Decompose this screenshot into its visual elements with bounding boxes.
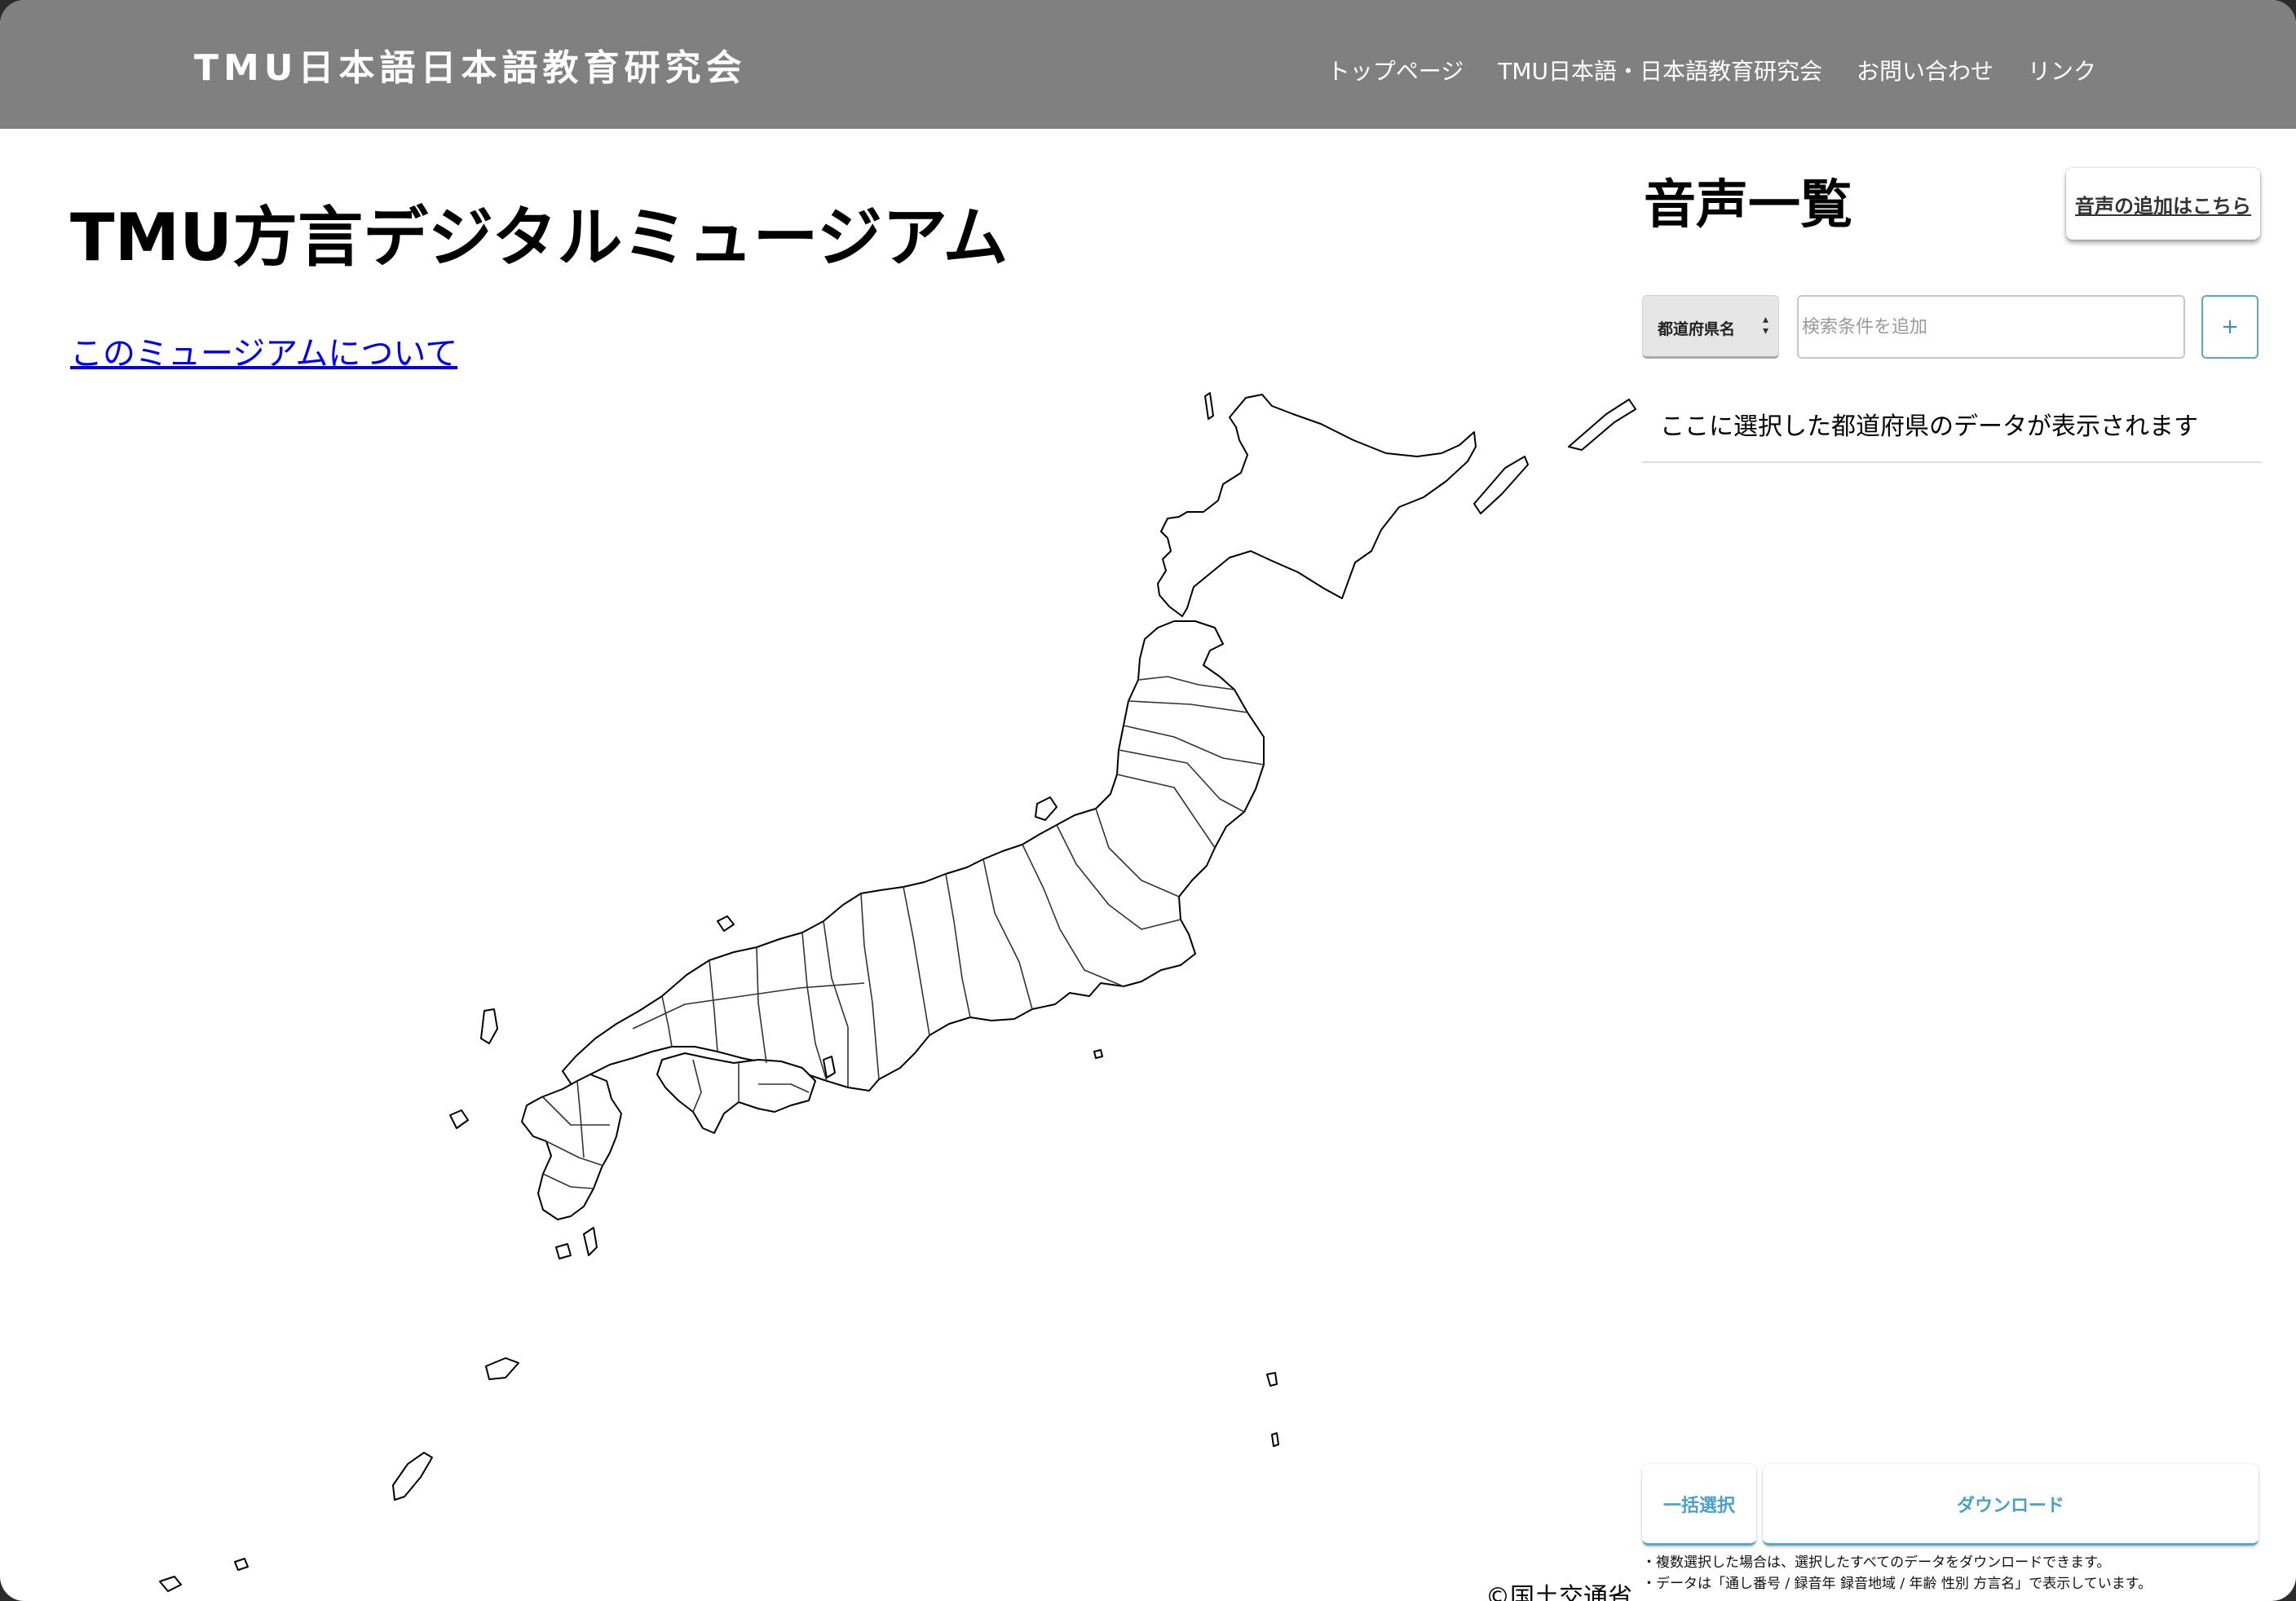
- map-island-hachijo: [1093, 1049, 1103, 1059]
- map-credit: ©国土交通省: [1486, 1583, 1632, 1601]
- map-island-oki: [717, 915, 735, 932]
- select-all-button[interactable]: 一括選択: [1642, 1464, 1756, 1546]
- note-line-1: ・複数選択した場合は、選択したすべてのデータをダウンロードできます。: [1642, 1555, 2111, 1571]
- map-island-amami: [485, 1357, 519, 1380]
- nav-link-top-page[interactable]: トップページ: [1327, 57, 1464, 86]
- map-island-kuril-2: [1568, 399, 1636, 451]
- search-condition-input[interactable]: [1797, 295, 2185, 359]
- prefecture-filter-select[interactable]: 都道府県名 ▴ ▾: [1642, 295, 1779, 359]
- map-region-shikoku[interactable]: [656, 1052, 816, 1134]
- download-button[interactable]: ダウンロード: [1763, 1464, 2258, 1546]
- prefecture-filter-label: 都道府県名: [1658, 320, 1736, 338]
- map-island-yakushima: [555, 1243, 572, 1259]
- map-region-kyushu[interactable]: [521, 1074, 622, 1220]
- browser-window: TMU日本語日本語教育研究会 トップページ TMU日本語・日本語教育研究会 お問…: [0, 0, 2296, 1601]
- about-museum-link[interactable]: このミュージアムについて: [70, 333, 457, 375]
- nav-link-links[interactable]: リンク: [2028, 57, 2096, 86]
- map-island-sado: [1035, 796, 1057, 821]
- map-island-tsushima: [480, 1008, 498, 1044]
- site-title[interactable]: TMU日本語日本語教育研究会: [194, 46, 747, 91]
- map-island-ogasawara: [1266, 1372, 1278, 1387]
- map-island-ishigaki: [159, 1576, 182, 1592]
- map-island-rebun: [1204, 392, 1214, 420]
- empty-state-message: ここに選択した都道府県のデータが表示されます: [1660, 412, 2198, 441]
- page-title: TMU方言デジタルミュージアム: [70, 200, 1009, 276]
- add-audio-button[interactable]: 音声の追加はこちら: [2066, 168, 2260, 240]
- panel-divider: [1642, 461, 2262, 463]
- nav-link-contact[interactable]: お問い合わせ: [1857, 57, 1994, 86]
- japan-prefecture-map[interactable]: [0, 383, 1639, 1601]
- audio-list-title: 音声一覧: [1644, 175, 1852, 236]
- add-condition-button[interactable]: +: [2201, 295, 2258, 359]
- top-navigation-bar: TMU日本語日本語教育研究会 トップページ TMU日本語・日本語教育研究会 お問…: [0, 0, 2296, 129]
- map-region-okinawa[interactable]: [392, 1452, 433, 1501]
- map-island-tanegashima: [583, 1227, 598, 1256]
- map-region-hokkaido[interactable]: [1157, 394, 1477, 617]
- map-island-goto: [449, 1109, 469, 1129]
- map-island-miyako: [234, 1558, 249, 1571]
- download-notes: ・複数選択した場合は、選択したすべてのデータをダウンロードできます。 ・データは…: [1642, 1552, 2152, 1594]
- select-arrows-icon: ▴ ▾: [1762, 313, 1768, 337]
- note-line-2: ・データは「通し番号 / 録音年 録音地域 / 年齢 性別 方言名」で表示してい…: [1642, 1576, 2152, 1592]
- map-island-ogasawara-2: [1271, 1432, 1279, 1447]
- nav-link-research-group[interactable]: TMU日本語・日本語教育研究会: [1498, 57, 1822, 86]
- map-island-kuril-1: [1473, 456, 1529, 514]
- main-nav: トップページ TMU日本語・日本語教育研究会 お問い合わせ リンク: [1327, 57, 2096, 86]
